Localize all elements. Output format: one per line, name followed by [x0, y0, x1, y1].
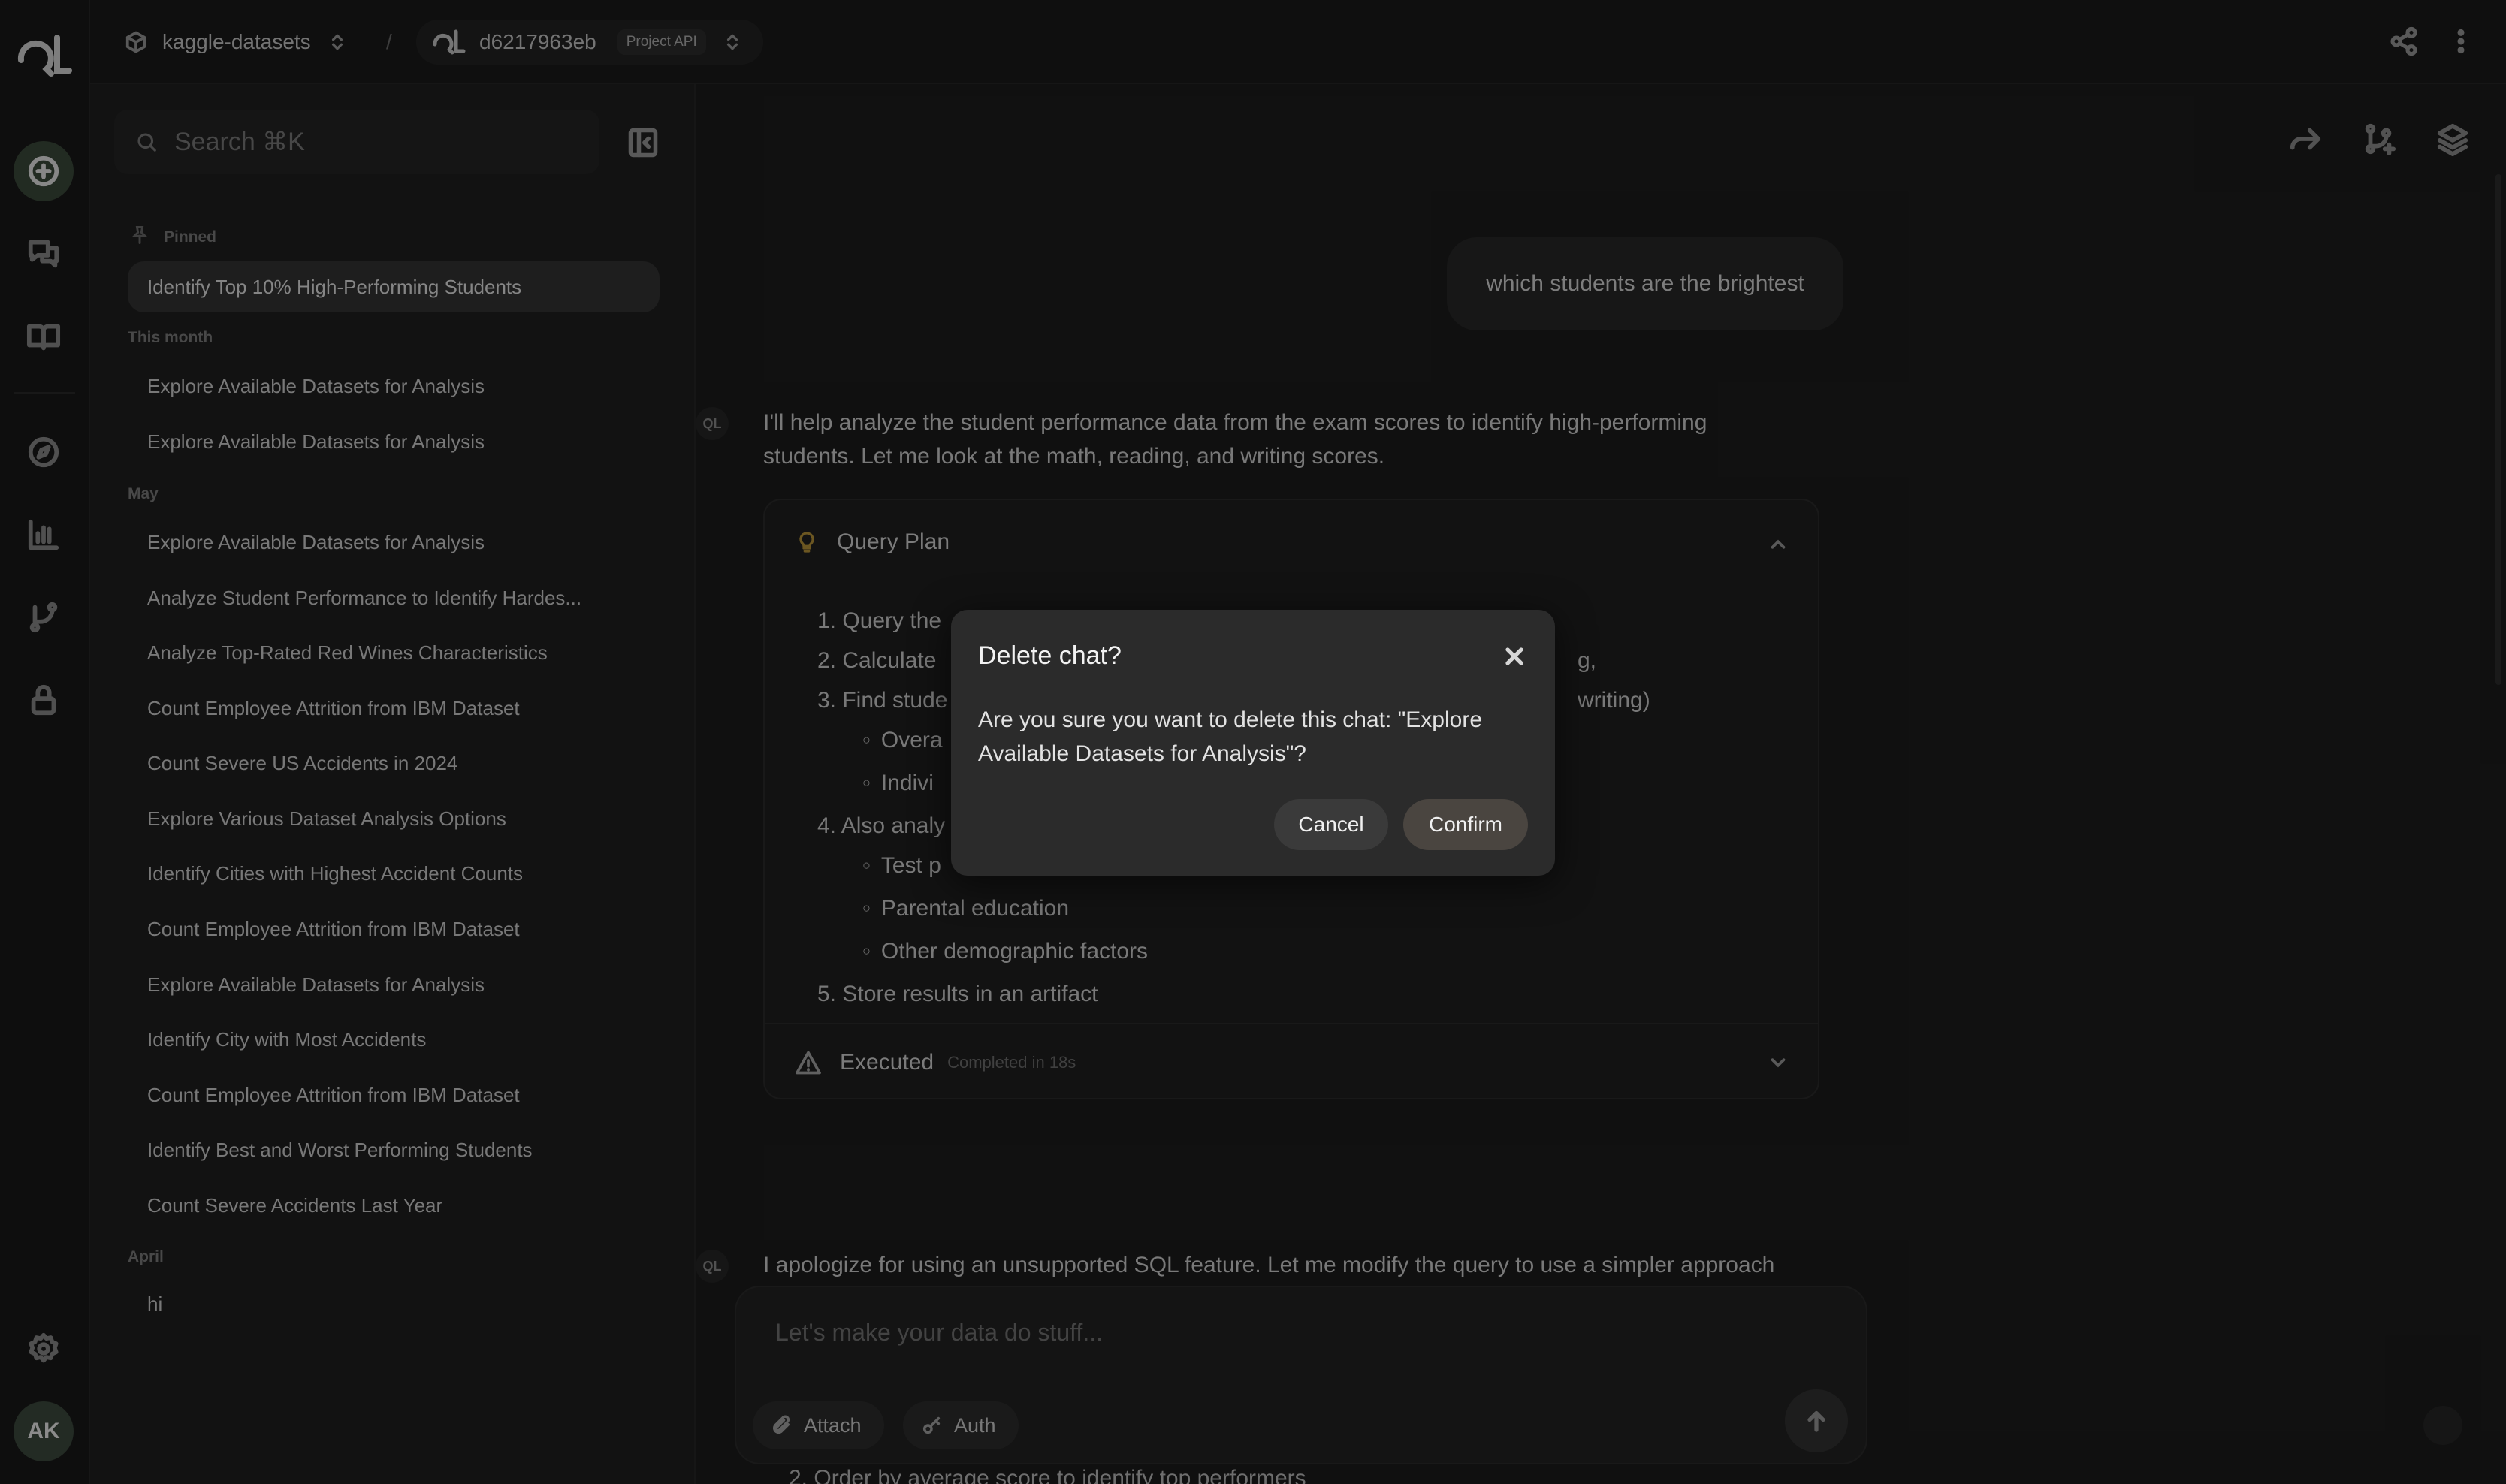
- confirm-button[interactable]: Confirm: [1403, 799, 1528, 850]
- dialog-title: Delete chat?: [978, 641, 1122, 670]
- dialog-message: Are you sure you want to delete this cha…: [978, 707, 1483, 766]
- dialog-close-button[interactable]: [1501, 643, 1528, 670]
- close-icon: [1505, 647, 1523, 665]
- delete-chat-dialog: Delete chat? Are you sure you want to de…: [951, 610, 1555, 876]
- cancel-button[interactable]: Cancel: [1274, 799, 1388, 850]
